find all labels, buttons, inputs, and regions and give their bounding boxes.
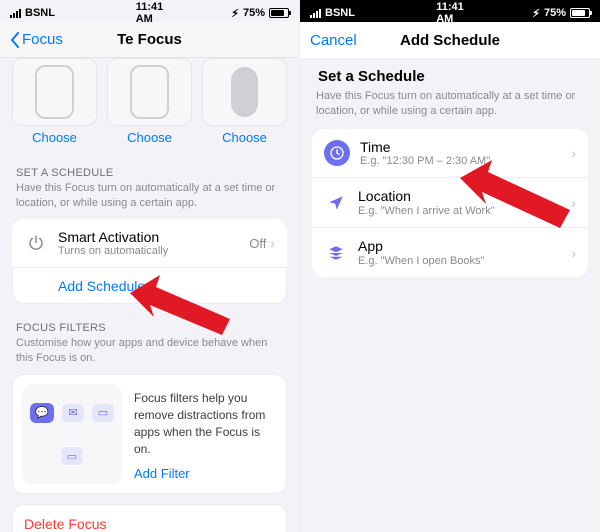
filters-card: 💬 ✉︎ ▭ ▭ Focus filters help you remove d… [12,374,287,493]
set-schedule-desc: Have this Focus turn on automatically at… [316,89,584,119]
chevron-right-icon: › [571,145,576,161]
nav-bar: Focus Te Focus [0,22,299,58]
battery-info-icon: ⚡︎ [532,7,540,20]
location-title: Location [358,188,561,205]
app-layers-icon [324,241,348,265]
cell-signal-icon [10,8,21,18]
customise-screens-row: Choose Choose Choose [12,58,287,149]
location-sub: E.g. "When I arrive at Work" [358,205,561,217]
carrier-label: BSNL [25,7,55,19]
smart-activation-row[interactable]: Smart Activation Turns on automatically … [12,219,287,268]
message-icon: 💬 [30,403,54,423]
home-screen-option[interactable]: Choose [107,58,192,145]
location-icon [324,191,348,215]
page-title: Add Schedule [380,32,520,49]
status-time: 11:41 AM [436,1,464,25]
app-option[interactable]: App E.g. "When I open Books" › [312,227,588,277]
status-time: 11:41 AM [136,1,164,25]
status-bar: BSNL 11:41 AM ⚡︎ 75% [0,0,299,22]
app-title: App [358,238,561,255]
back-button[interactable]: Focus [10,31,80,48]
mail-icon: ✉︎ [62,404,84,422]
choose-label: Choose [107,130,192,145]
battery-pct: 75% [544,7,566,19]
time-option[interactable]: Time E.g. "12:30 PM – 2:30 AM" › [312,129,588,178]
chevron-right-icon: › [571,195,576,211]
filters-illustration: 💬 ✉︎ ▭ ▭ [22,384,122,483]
add-schedule-button[interactable]: Add Schedule [12,267,287,304]
clock-icon [324,140,350,166]
delete-card: Delete Focus [12,504,287,532]
schedule-card: Smart Activation Turns on automatically … [12,219,287,305]
delete-focus-button[interactable]: Delete Focus [12,504,287,532]
location-option[interactable]: Location E.g. "When I arrive at Work" › [312,177,588,227]
chevron-right-icon: › [270,235,275,251]
choose-label: Choose [202,130,287,145]
battery-icon [570,8,590,18]
filters-header: FOCUS FILTERS [16,322,283,334]
power-icon [24,231,48,255]
chevron-left-icon [10,32,20,48]
schedule-desc: Have this Focus turn on automatically at… [16,181,283,211]
battery-info-icon: ⚡︎ [231,7,239,20]
page-title: Te Focus [80,31,219,48]
calendar-icon: ▭ [92,404,114,422]
battery-icon [269,8,289,18]
cancel-button[interactable]: Cancel [310,32,380,49]
back-label: Focus [22,31,63,48]
watch-face-option[interactable]: Choose [202,58,287,145]
smart-activation-sub: Turns on automatically [58,245,239,257]
schedule-options-card: Time E.g. "12:30 PM – 2:30 AM" › Locatio… [312,129,588,277]
lock-screen-option[interactable]: Choose [12,58,97,145]
time-title: Time [360,139,561,156]
filters-desc: Customise how your apps and device behav… [16,336,283,366]
low-power-icon: ▭ [61,447,83,465]
filters-blurb: Focus filters help you remove distractio… [134,390,271,457]
cell-signal-icon [310,8,321,18]
time-sub: E.g. "12:30 PM – 2:30 AM" [360,155,561,167]
chevron-right-icon: › [571,245,576,261]
schedule-header: SET A SCHEDULE [16,167,283,179]
nav-bar: Cancel Add Schedule [300,22,600,58]
carrier-label: BSNL [325,7,355,19]
app-sub: E.g. "When I open Books" [358,255,561,267]
add-filter-button[interactable]: Add Filter [134,465,271,483]
choose-label: Choose [12,130,97,145]
smart-activation-title: Smart Activation [58,229,239,246]
battery-pct: 75% [243,7,265,19]
status-bar: BSNL 11:41 AM ⚡︎ 75% [300,0,600,22]
set-schedule-title: Set a Schedule [312,68,588,87]
smart-activation-value: Off [249,236,266,251]
